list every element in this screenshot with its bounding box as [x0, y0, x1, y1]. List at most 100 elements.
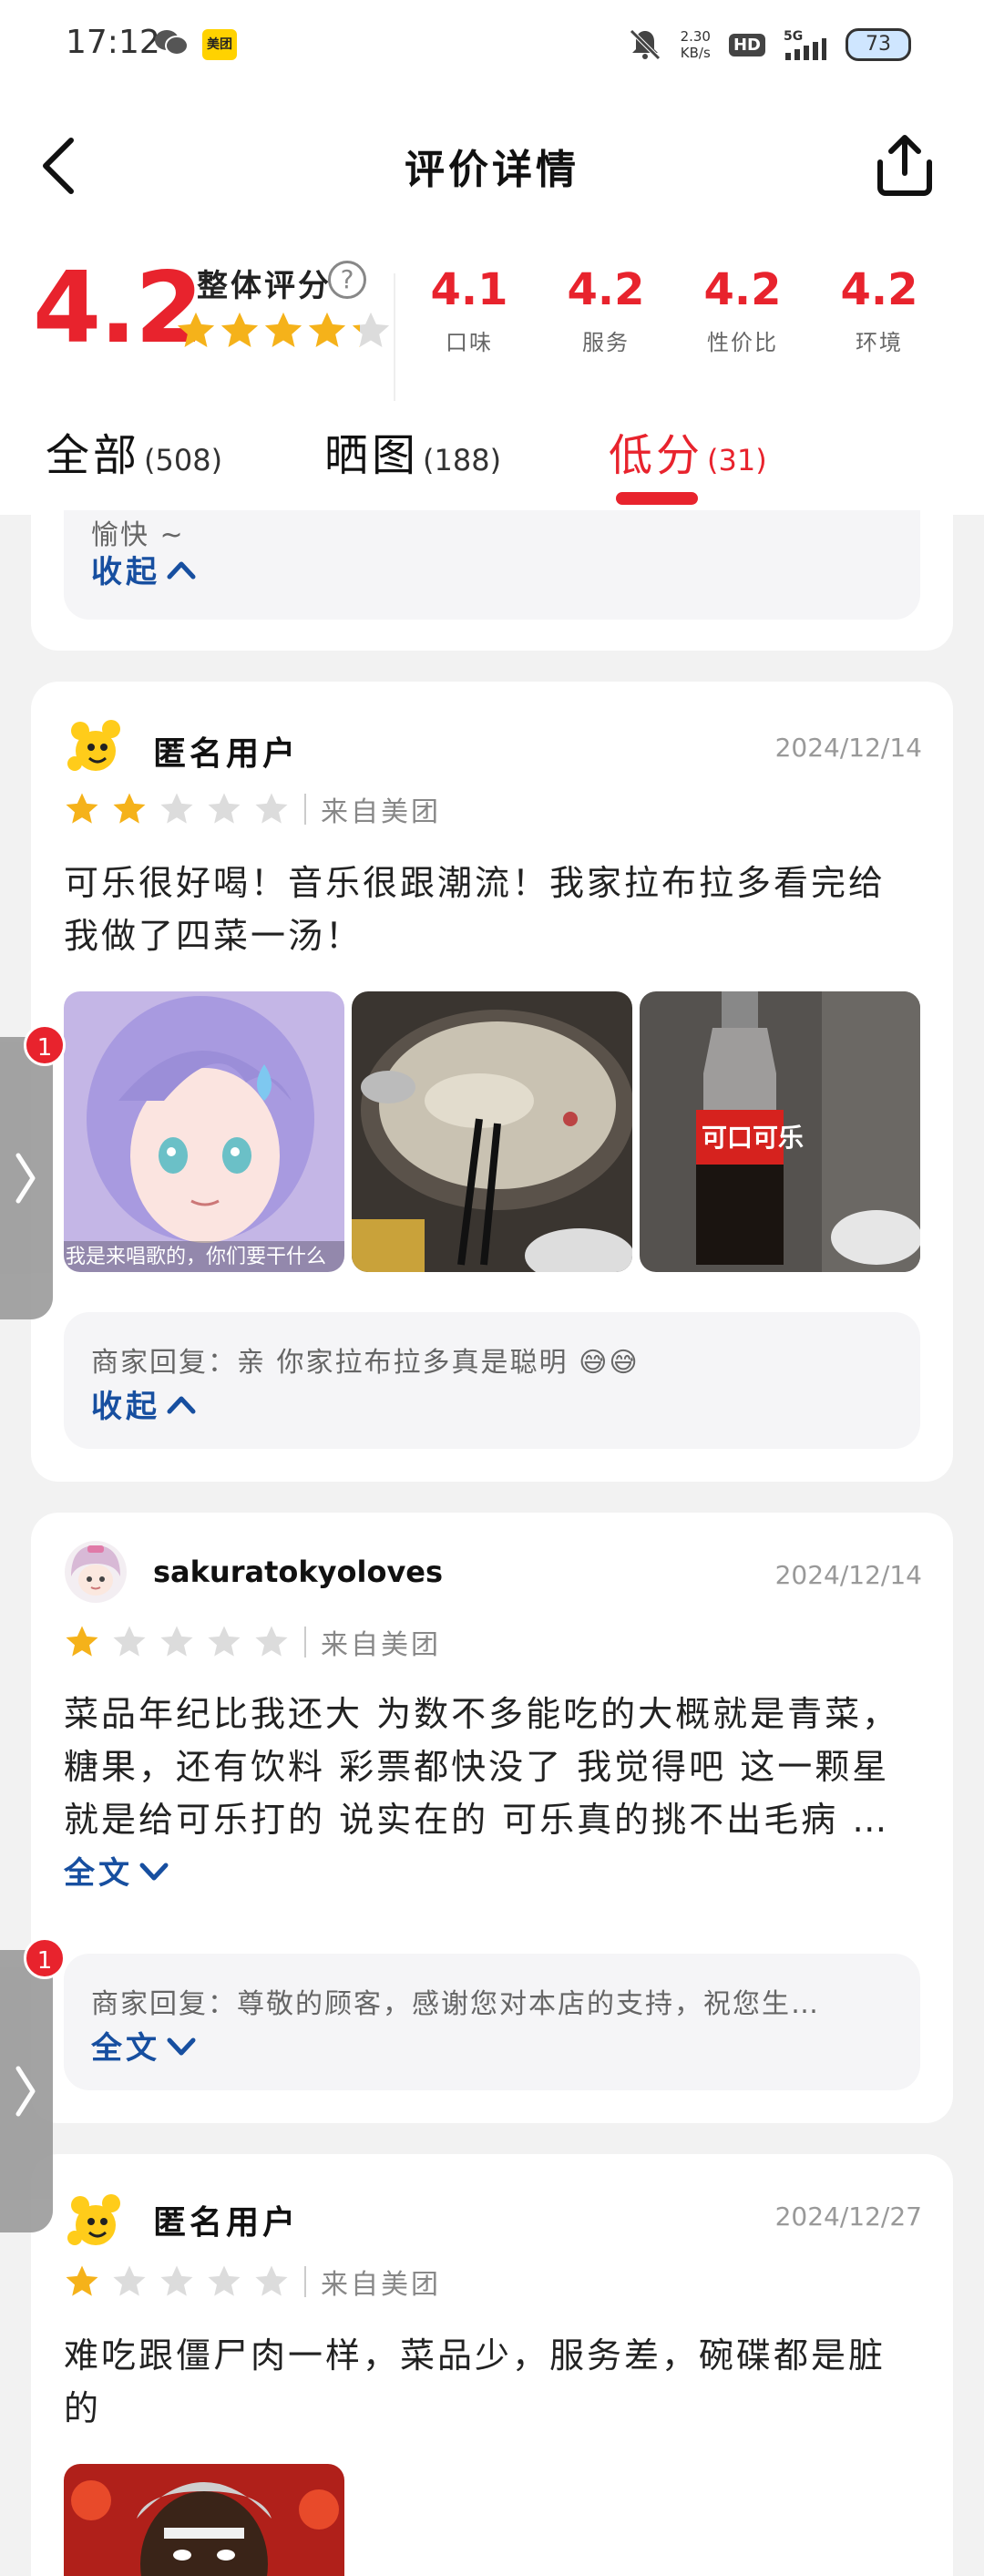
reply-box: 愉快 ~ 收起: [64, 510, 920, 620]
page-title: 评价详情: [405, 147, 579, 193]
side-drawer-tab[interactable]: [0, 1950, 53, 2232]
subscore-environment: 4.2 环境: [811, 264, 948, 356]
expand-review-button[interactable]: 全文: [64, 1848, 169, 1893]
chevron-up-icon: [167, 1396, 196, 1413]
review-source: 来自美团: [321, 2269, 441, 2301]
side-drawer-tab[interactable]: [0, 1037, 53, 1319]
star-icon: [113, 793, 146, 824]
review-rating: 来自美团: [64, 789, 441, 829]
review-username[interactable]: 匿名用户: [153, 727, 299, 775]
tab-photos[interactable]: 晒图 (188): [324, 419, 501, 501]
status-bar: 17:12 美团 2.30 KB/s HD 5G 73: [0, 0, 984, 91]
review-source: 来自美团: [321, 1629, 441, 1661]
review-username[interactable]: sakuratokyoloves: [153, 1555, 443, 1589]
rating-stars: [64, 791, 295, 827]
divider: [304, 794, 306, 825]
clock: 17:12: [66, 24, 160, 61]
subscore-value: 4.2: [567, 264, 645, 315]
hd-icon: HD: [728, 33, 765, 56]
review-filter-tabs: 全部 (508) 晒图 (188) 低分 (31): [0, 419, 984, 510]
tab-all[interactable]: 全部 (508): [46, 419, 222, 501]
chevron-up-icon: [167, 561, 196, 579]
review-photo-hotpot[interactable]: [352, 991, 632, 1272]
wechat-icon: [155, 30, 189, 56]
collapse-button[interactable]: 收起: [91, 547, 197, 591]
expand-reply-button[interactable]: 全文: [91, 2023, 197, 2068]
tab-label: 低分: [609, 430, 704, 481]
notification-badge: 1: [24, 1024, 66, 1066]
chevron-right-icon: [15, 1153, 36, 1204]
review-username[interactable]: 匿名用户: [153, 2196, 299, 2243]
star-icon: [177, 312, 215, 348]
cola-bottle-image: 可口可乐: [640, 991, 920, 1272]
subscore-label: 服务: [582, 330, 630, 355]
subscore-label: 性价比: [707, 330, 778, 355]
overall-stars: [175, 310, 392, 352]
tab-label: 晒图: [324, 430, 420, 481]
star-icon: [66, 793, 98, 824]
merchant-reply: 商家回复：尊敬的顾客，感谢您对本店的支持，祝您生… 全文: [64, 1954, 920, 2090]
meituan-icon: 美团: [202, 29, 237, 60]
share-icon[interactable]: [871, 131, 938, 199]
review-photo-meme[interactable]: [64, 2464, 344, 2576]
anonymous-avatar-icon: [67, 2194, 120, 2245]
hotpot-image: [352, 991, 632, 1272]
star-icon: [352, 312, 390, 348]
subscore-taste: 4.1 口味: [401, 264, 538, 356]
signal-icon: 5G: [784, 29, 826, 60]
star-icon: [255, 2265, 288, 2296]
star-icon: [66, 1626, 98, 1657]
rating-stars: [64, 1624, 295, 1660]
chevron-down-icon: [139, 1863, 169, 1880]
subscore-value: 4.1: [430, 264, 508, 315]
meme-man-image: [64, 2464, 344, 2576]
tab-count: (31): [707, 443, 767, 477]
star-icon: [113, 1626, 146, 1657]
mute-bell-icon: [629, 29, 661, 60]
star-icon: [264, 312, 302, 348]
star-icon: [220, 312, 259, 348]
notification-badge: 1: [24, 1937, 66, 1979]
tab-low-score[interactable]: 低分 (31): [609, 419, 767, 501]
review-card: 匿名用户 2024/12/14 来自美团 可乐很好喝！音乐很跟潮流！我家拉布拉多…: [31, 682, 953, 1482]
user-avatar-icon: [65, 1541, 127, 1603]
star-icon: [113, 2265, 146, 2296]
overall-score-label: 整体评分: [197, 268, 332, 304]
review-date: 2024/12/27: [774, 2201, 922, 2232]
status-icons: 2.30 KB/s HD 5G 73: [628, 24, 911, 66]
reply-text: 商家回复：尊敬的顾客，感谢您对本店的支持，祝您生…: [91, 1988, 820, 2020]
review-rating: 来自美团: [64, 1622, 441, 1662]
tab-count: (508): [144, 443, 223, 477]
star-icon: [255, 793, 288, 824]
star-icon: [208, 793, 241, 824]
review-card-partial: 愉快 ~ 收起: [31, 510, 953, 651]
collapse-button[interactable]: 收起: [91, 1381, 197, 1426]
divider: [304, 2266, 306, 2297]
review-card: sakuratokyoloves 2024/12/14 来自美团 菜品年纪比我还…: [31, 1513, 953, 2123]
rating-stars: [64, 2263, 295, 2300]
star-icon: [160, 2265, 193, 2296]
star-icon: [255, 1626, 288, 1657]
merchant-reply: 商家回复：亲 你家拉布拉多真是聪明 😅😅 收起: [64, 1312, 920, 1449]
svg-text:我是来唱歌的，你们要干什么: 我是来唱歌的，你们要干什么: [66, 1246, 326, 1268]
subscore-value-for-money: 4.2 性价比: [674, 264, 811, 356]
review-photo-anime[interactable]: 我是来唱歌的，你们要干什么: [64, 991, 344, 1272]
review-source: 来自美团: [321, 796, 441, 828]
review-date: 2024/12/14: [774, 733, 922, 763]
help-icon[interactable]: ?: [328, 261, 366, 299]
active-tab-indicator: [616, 492, 698, 505]
subscore-service: 4.2 服务: [538, 264, 674, 356]
subscore-label: 环境: [856, 330, 903, 355]
review-photo-cola[interactable]: 可口可乐: [640, 991, 920, 1272]
subscores: 4.1 口味 4.2 服务 4.2 性价比 4.2 环境: [401, 264, 948, 356]
star-icon: [160, 793, 193, 824]
divider: [304, 1627, 306, 1657]
review-text: 难吃跟僵尸肉一样，菜品少，服务差，碗碟都是脏的: [64, 2335, 887, 2428]
subscore-label: 口味: [446, 330, 493, 355]
star-icon: [208, 1626, 241, 1657]
subscore-value: 4.2: [840, 264, 918, 315]
divider: [394, 273, 395, 401]
tab-count: (188): [423, 443, 502, 477]
star-icon: [208, 2265, 241, 2296]
reply-text: 商家回复：亲 你家拉布拉多真是聪明 😅😅: [91, 1347, 640, 1379]
